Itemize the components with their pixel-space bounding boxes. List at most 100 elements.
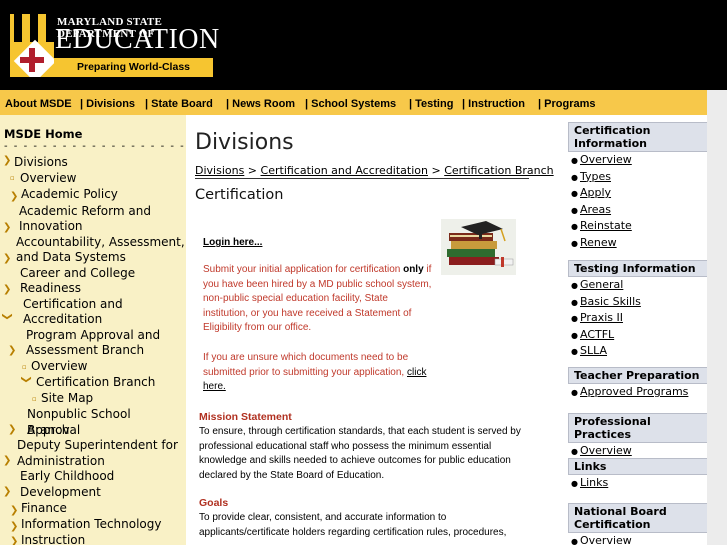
nav-programs[interactable]: | Programs	[538, 90, 596, 115]
sidebar-item-career-college-cont[interactable]: Readiness	[20, 281, 81, 297]
link-apply[interactable]: Apply	[580, 186, 611, 199]
sidebar-item-deputy-cont[interactable]: Administration	[17, 454, 105, 470]
sidebar-item-nonpublic-cont[interactable]: Branch	[27, 423, 69, 439]
main-content: Divisions Divisions > Certification and …	[186, 121, 562, 545]
nav-testing[interactable]: | Testing	[409, 90, 453, 115]
sidebar-item-deputy[interactable]: Deputy Superintendent for	[17, 438, 178, 454]
application-instructions: Submit your initial application for cert…	[203, 263, 435, 336]
documents-instructions: If you are unsure which documents need t…	[203, 351, 435, 395]
login-link[interactable]: Login here...	[203, 237, 262, 248]
bullet-icon: ●	[571, 479, 578, 488]
nav-news-room[interactable]: | News Room	[226, 90, 295, 115]
link-approved-programs[interactable]: Approved Programs	[580, 385, 688, 398]
right-sidebar: Certification Information ● Overview ● Typ…	[562, 118, 708, 545]
link-types[interactable]: Types	[580, 170, 611, 183]
chevron-down-icon: ❯	[20, 375, 32, 384]
link-renew[interactable]: Renew	[580, 236, 617, 249]
sidebar-item-program-approval[interactable]: Program Approval and	[26, 328, 160, 344]
mission-text: To ensure, through certification standar…	[199, 426, 521, 481]
graduation-books-image	[441, 219, 516, 275]
breadcrumb-separator: >	[428, 164, 445, 177]
sidebar-item-finance[interactable]: Finance	[21, 501, 67, 517]
testing-info-box: Testing Information ● General ● Basic Skil…	[568, 260, 708, 360]
chevron-right-icon: ❯	[10, 536, 19, 545]
chevron-right-icon: ❯	[3, 222, 12, 233]
box-heading: Testing Information	[568, 260, 708, 277]
breadcrumb-certification-branch[interactable]: Certification Branch	[444, 164, 553, 177]
msde-logo[interactable]: MARYLAND STATE DEPARTMENT OF EDUCATION P…	[10, 14, 219, 92]
breadcrumb-divisions[interactable]: Divisions	[195, 164, 244, 177]
sidebar-item-early-childhood-cont[interactable]: Development	[20, 485, 101, 501]
link-slla[interactable]: SLLA	[580, 344, 607, 357]
link-praxis-ii[interactable]: Praxis II	[580, 311, 623, 324]
link-actfl[interactable]: ACTFL	[580, 328, 614, 341]
bullet-square-icon: ▫	[32, 395, 37, 403]
link-areas[interactable]: Areas	[580, 203, 611, 216]
site-header: MARYLAND STATE DEPARTMENT OF EDUCATION P…	[0, 0, 727, 92]
nav-instruction[interactable]: | Instruction	[462, 90, 525, 115]
link-basic-skills[interactable]: Basic Skills	[580, 295, 641, 308]
national-board-box: National Board Certification ● Overview	[568, 503, 708, 545]
breadcrumb-certification-accreditation[interactable]: Certification and Accreditation	[261, 164, 428, 177]
link-links[interactable]: Links	[580, 476, 608, 489]
section-title: Certification	[195, 187, 284, 203]
sidebar-item-information-technology[interactable]: Information Technology	[21, 517, 162, 533]
chevron-right-icon: ❯	[8, 345, 17, 356]
nav-state-board[interactable]: | State Board	[145, 90, 213, 115]
nav-divisions[interactable]: | Divisions	[80, 90, 135, 115]
instruction-emphasis: only	[403, 264, 424, 275]
sidebar-item-certification[interactable]: Certification and	[23, 297, 123, 313]
chevron-right-icon: ❯	[3, 253, 12, 264]
bullet-icon: ●	[571, 347, 578, 356]
bullet-icon: ●	[571, 388, 578, 397]
sidebar-item-career-college[interactable]: Career and College	[20, 266, 135, 282]
sidebar-item-divisions[interactable]: Divisions	[14, 155, 68, 171]
sidebar-item-academic-reform-cont[interactable]: Innovation	[19, 219, 83, 235]
link-general[interactable]: General	[580, 278, 623, 291]
top-navigation: About MSDE | Divisions | State Board | N…	[0, 90, 707, 115]
box-heading: Teacher Preparation	[568, 367, 708, 384]
sidebar-item-instruction[interactable]: Instruction	[21, 533, 85, 545]
scrollbar-track[interactable]	[707, 90, 727, 545]
certification-info-box: Certification Information ● Overview ● Typ…	[568, 122, 708, 251]
sidebar-item-overview-sub[interactable]: Overview	[31, 359, 88, 375]
chevron-right-icon: ❯	[3, 284, 12, 295]
left-sidebar: MSDE Home - - - - - - - - - - - - - - - …	[0, 115, 203, 545]
box-heading: Certification Information	[568, 122, 708, 152]
sidebar-item-certification-cont[interactable]: Accreditation	[23, 312, 102, 328]
sidebar-item-certification-branch[interactable]: Certification Branch	[36, 375, 155, 391]
link-overview[interactable]: Overview	[580, 153, 632, 166]
bullet-icon: ●	[571, 189, 578, 198]
sidebar-item-accountability-cont[interactable]: and Data Systems	[16, 250, 126, 266]
sidebar-item-program-approval-cont[interactable]: Assessment Branch	[26, 343, 144, 359]
page-title: Divisions	[195, 130, 294, 155]
goals-heading: Goals	[199, 497, 229, 509]
sidebar-item-academic-reform[interactable]: Academic Reform and	[19, 204, 151, 220]
bullet-icon: ●	[571, 447, 578, 456]
chevron-down-icon: ❯	[1, 312, 13, 321]
bullet-icon: ●	[571, 281, 578, 290]
nav-school-systems[interactable]: | School Systems	[305, 90, 396, 115]
teacher-preparation-box: Teacher Preparation ● Approved Programs	[568, 367, 708, 401]
documents-text: If you are unsure which documents need t…	[203, 352, 409, 378]
logo-tagline: Preparing World-Class Students	[54, 58, 213, 92]
box-heading: Professional Practices	[568, 413, 708, 443]
sidebar-item-overview[interactable]: Overview	[20, 171, 77, 187]
sidebar-item-early-childhood[interactable]: Early Childhood	[20, 469, 114, 485]
bullet-icon: ●	[571, 172, 578, 182]
chevron-right-icon: ❯	[10, 521, 19, 532]
nav-about-msde[interactable]: About MSDE	[5, 90, 72, 115]
sidebar-item-site-map[interactable]: Site Map	[41, 391, 93, 407]
sidebar-item-accountability[interactable]: Accountability, Assessment,	[16, 235, 185, 251]
sidebar-item-academic-policy[interactable]: Academic Policy	[21, 187, 118, 203]
link-overview-national[interactable]: Overview	[580, 534, 632, 545]
msde-home-link[interactable]: MSDE Home	[4, 127, 82, 141]
link-overview-practices[interactable]: Overview	[580, 444, 632, 457]
bullet-icon: ●	[571, 222, 578, 231]
mission-heading: Mission Statement	[199, 411, 292, 423]
chevron-right-icon: ❯	[10, 505, 19, 516]
bullet-icon: ●	[571, 297, 578, 307]
bullet-icon: ●	[571, 205, 578, 215]
link-reinstate[interactable]: Reinstate	[580, 219, 632, 232]
bullet-icon: ●	[571, 330, 578, 340]
